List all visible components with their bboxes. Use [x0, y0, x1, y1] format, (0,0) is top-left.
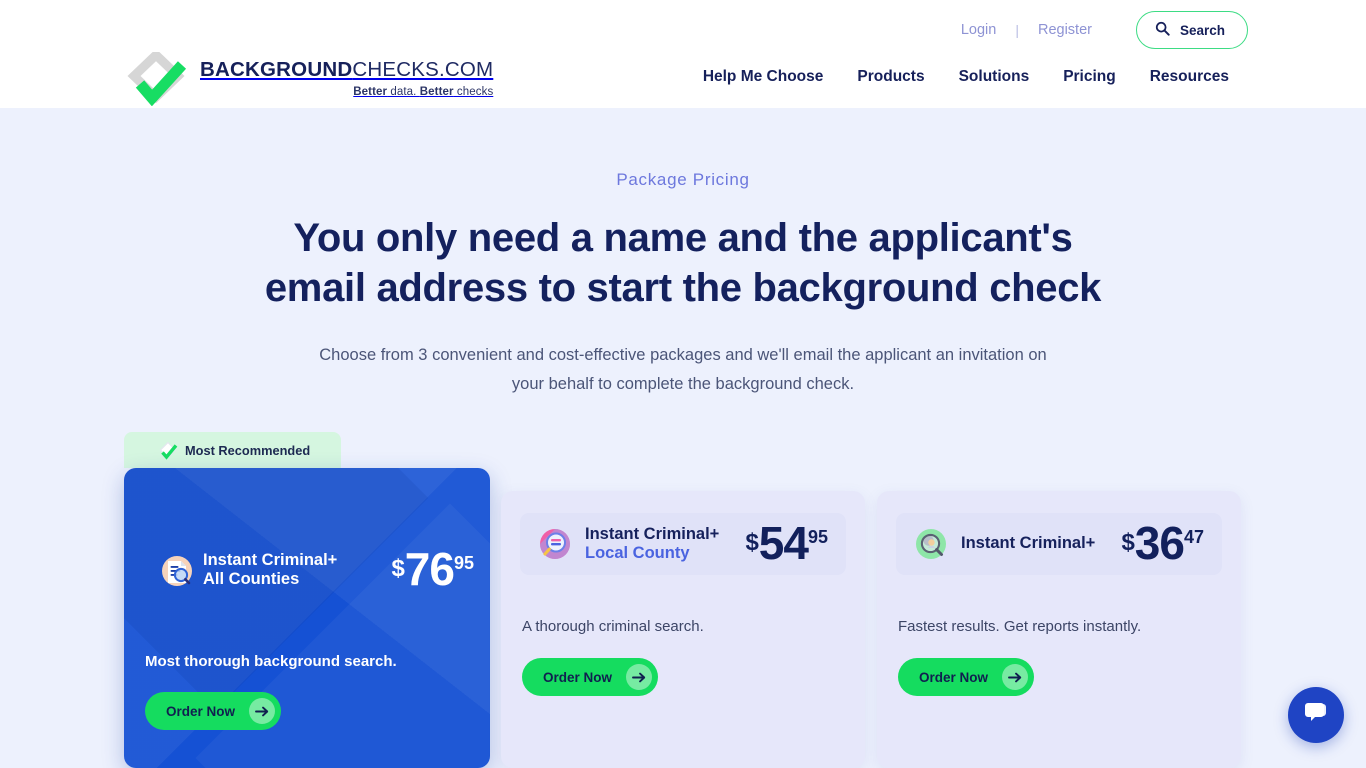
- arrow-right-icon: [626, 664, 653, 690]
- login-link[interactable]: Login: [942, 22, 1015, 38]
- site-header: BACKGROUNDCHECKS.COM Better data. Better…: [0, 0, 1366, 108]
- pink-magnifier-icon: [538, 527, 572, 561]
- price-currency: $: [1121, 529, 1135, 557]
- order-now-button-instant-criminal[interactable]: Order Now: [898, 658, 1035, 696]
- logo-tagline: Better data. Better checks: [353, 85, 494, 98]
- search-button-label: Search: [1179, 22, 1225, 38]
- pricing-page: BACKGROUNDCHECKS.COM Better data. Better…: [0, 0, 1366, 768]
- chat-widget-button[interactable]: [1288, 687, 1344, 743]
- page-title: You only need a name and the applicant's…: [0, 218, 1366, 308]
- price-currency: $: [391, 555, 405, 583]
- document-magnifier-icon: [160, 554, 192, 586]
- nav-item-products[interactable]: Products: [840, 68, 941, 86]
- package-name: Instant Criminal+: [961, 534, 1095, 553]
- price-cents: 95: [807, 527, 828, 548]
- pricing-card-header: Instant Criminal+ All Counties $ 76 95: [144, 542, 490, 598]
- package-description: Fastest results. Get reports instantly.: [898, 618, 1142, 635]
- green-magnifier-person-icon: [914, 527, 948, 561]
- site-logo[interactable]: BACKGROUNDCHECKS.COM Better data. Better…: [126, 48, 494, 107]
- price-whole: 36: [1134, 517, 1185, 570]
- package-name-line-2: Local County: [585, 544, 690, 562]
- arrow-right-icon: [1002, 664, 1029, 690]
- nav-item-solutions[interactable]: Solutions: [942, 68, 1047, 86]
- order-now-button-featured[interactable]: Order Now: [145, 692, 282, 730]
- arrow-right-icon: [249, 698, 276, 724]
- page-title-line-2: email address to start the background ch…: [264, 266, 1102, 310]
- price-whole: 76: [404, 543, 455, 596]
- package-name: Instant Criminal+ All Counties: [203, 551, 337, 590]
- package-name-line-1: Instant Criminal+: [961, 534, 1096, 553]
- diamond-check-logo-icon: [126, 48, 190, 107]
- pricing-card-header: Instant Criminal+ Local County $ 54 95: [520, 513, 846, 575]
- pricing-card-header: Instant Criminal+ $ 36 47: [896, 513, 1222, 575]
- package-name-line-1: Instant Criminal+: [203, 550, 338, 569]
- register-link[interactable]: Register: [1019, 22, 1111, 38]
- price-cents: 95: [453, 553, 474, 574]
- search-button[interactable]: Search: [1135, 11, 1248, 49]
- nav-item-help-me-choose[interactable]: Help Me Choose: [686, 68, 841, 86]
- most-recommended-badge-label: Most Recommended: [185, 442, 311, 458]
- package-name-line-2: All Counties: [203, 570, 300, 588]
- search-icon: [1155, 21, 1170, 39]
- order-now-label: Order Now: [919, 669, 989, 685]
- nav-item-resources[interactable]: Resources: [1133, 68, 1246, 86]
- package-description: Most thorough background search.: [145, 653, 397, 670]
- page-title-line-1: You only need a name and the applicant's: [293, 216, 1073, 260]
- order-now-label: Order Now: [543, 669, 613, 685]
- chat-bubbles-icon: [1302, 700, 1330, 731]
- price-currency: $: [745, 529, 759, 557]
- pricing-card-local-county[interactable]: Instant Criminal+ Local County $ 54 95 A…: [501, 491, 865, 768]
- utility-nav: Login | Register Search: [942, 11, 1248, 49]
- price-cents: 47: [1183, 527, 1204, 548]
- hero-eyebrow: Package Pricing: [616, 170, 750, 189]
- order-now-label: Order Now: [166, 703, 236, 719]
- pricing-cards: Most Recommended Instant Criminal+ All C…: [0, 432, 1366, 768]
- package-price: $ 76 95: [391, 543, 474, 596]
- package-price: $ 36 47: [1121, 517, 1204, 570]
- pricing-card-instant-criminal[interactable]: Instant Criminal+ $ 36 47 Fastest result…: [877, 491, 1241, 768]
- pricing-card-featured[interactable]: Instant Criminal+ All Counties $ 76 95 M…: [124, 468, 490, 768]
- package-description: A thorough criminal search.: [522, 618, 704, 635]
- most-recommended-badge: Most Recommended: [124, 432, 341, 468]
- hero-subtitle: Choose from 3 convenient and cost-effect…: [319, 346, 1047, 393]
- diamond-check-icon: [157, 441, 178, 460]
- package-name: Instant Criminal+ Local County: [585, 525, 719, 564]
- price-whole: 54: [758, 517, 809, 570]
- order-now-button-local-county[interactable]: Order Now: [522, 658, 659, 696]
- main-nav: Help Me Choose Products Solutions Pricin…: [686, 68, 1246, 86]
- nav-item-pricing[interactable]: Pricing: [1046, 68, 1133, 86]
- hero-section: Package Pricing You only need a name and…: [0, 108, 1366, 399]
- logo-wordmark: BACKGROUNDCHECKS.COM: [200, 58, 494, 81]
- package-name-line-1: Instant Criminal+: [585, 524, 720, 543]
- package-price: $ 54 95: [745, 517, 828, 570]
